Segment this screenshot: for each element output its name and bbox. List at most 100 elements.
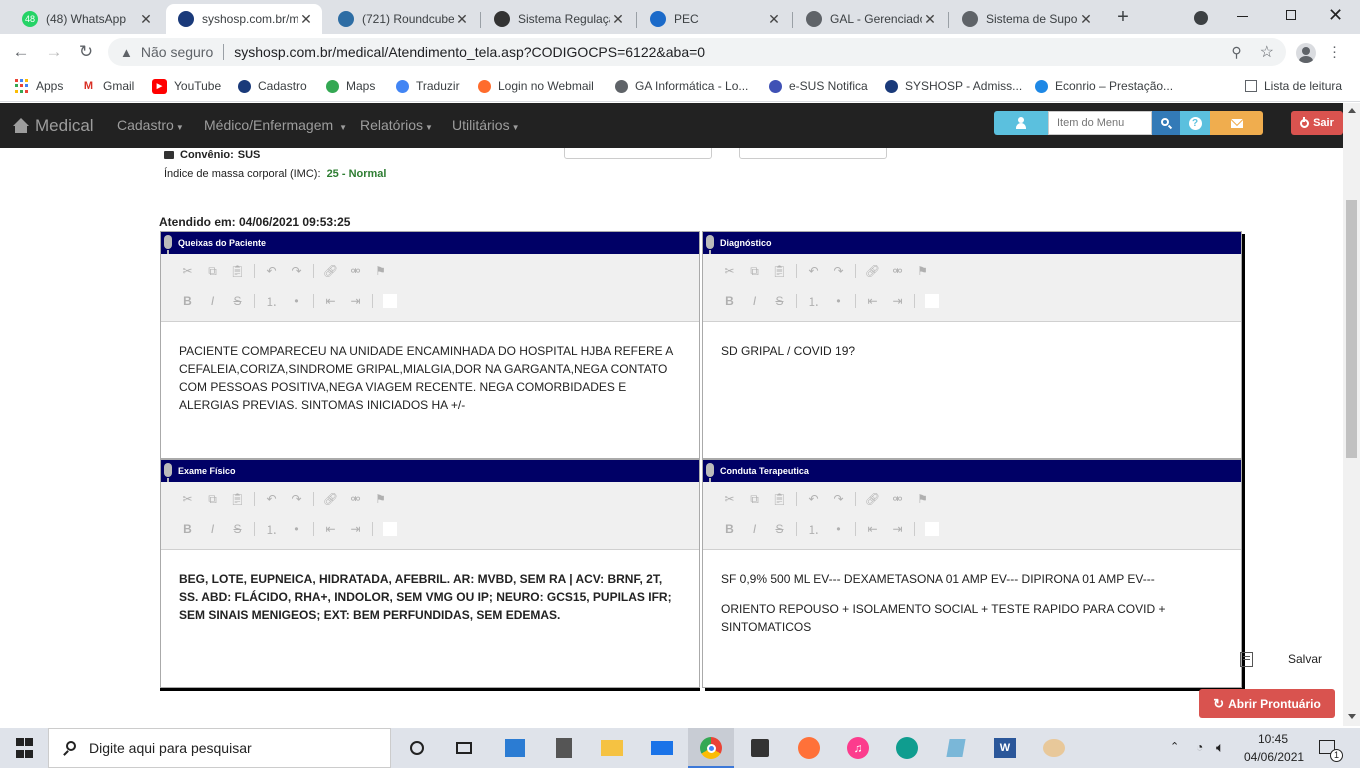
bookmark-item[interactable]: Econrio – Prestação... (1035, 77, 1173, 95)
tab-search-icon[interactable] (1194, 11, 1208, 25)
undo-icon[interactable]: ↶ (259, 492, 284, 506)
clock-time[interactable]: 10:45 (1258, 732, 1288, 746)
cut-icon[interactable]: ✂ (717, 264, 742, 278)
bold-icon[interactable]: B (717, 522, 742, 536)
bold-icon[interactable]: B (717, 294, 742, 308)
paste-icon[interactable]: 📋︎ (767, 264, 792, 278)
close-tab-icon[interactable]: ✕ (610, 11, 626, 28)
outdent-icon[interactable]: ⇤ (860, 522, 885, 536)
taskbar-search[interactable]: Digite aqui para pesquisar (48, 728, 391, 768)
strike-icon[interactable]: S (225, 294, 250, 308)
scroll-down-icon[interactable] (1348, 714, 1356, 719)
browser-tab[interactable]: Sistema Regulaçã ✕ (482, 4, 634, 34)
numbered-list-icon[interactable]: ⒈ (801, 293, 826, 310)
strike-icon[interactable]: S (767, 522, 792, 536)
microphone-icon[interactable] (164, 235, 172, 255)
search-button[interactable] (1152, 111, 1180, 135)
bullet-list-icon[interactable]: • (284, 522, 309, 536)
bookmark-star-icon[interactable]: ☆ (1260, 42, 1274, 62)
link-icon[interactable]: 🔗︎ (860, 264, 885, 278)
strike-icon[interactable]: S (225, 522, 250, 536)
bookmark-item[interactable]: e-SUS Notifica (769, 77, 868, 95)
paste-icon[interactable]: 📋︎ (767, 492, 792, 506)
close-tab-icon[interactable]: ✕ (298, 11, 314, 28)
italic-icon[interactable]: I (200, 522, 225, 536)
undo-icon[interactable]: ↶ (801, 492, 826, 506)
task-view-icon[interactable] (452, 736, 476, 760)
close-tab-icon[interactable]: ✕ (766, 11, 782, 28)
zoom-icon[interactable]: ⚲ (1231, 44, 1241, 61)
link-icon[interactable]: 🔗︎ (318, 264, 343, 278)
close-tab-icon[interactable]: ✕ (454, 11, 470, 28)
copy-icon[interactable]: ⧉ (200, 264, 225, 279)
blank-icon[interactable] (383, 294, 397, 308)
paste-icon[interactable]: 📋︎ (225, 492, 250, 506)
undo-icon[interactable]: ↶ (801, 264, 826, 278)
numbered-list-icon[interactable]: ⒈ (259, 521, 284, 538)
clock-date[interactable]: 04/06/2021 (1244, 750, 1304, 764)
bold-icon[interactable]: B (175, 522, 200, 536)
firefox-icon[interactable] (797, 736, 821, 760)
bullet-list-icon[interactable]: • (826, 294, 851, 308)
redo-icon[interactable]: ↷ (284, 264, 309, 278)
bookmark-item[interactable]: Apps (14, 77, 63, 95)
bookmark-item[interactable]: SYSHOSP - Admiss... (885, 77, 1022, 95)
undo-icon[interactable]: ↶ (259, 264, 284, 278)
word-icon[interactable]: W (993, 736, 1017, 760)
bookmark-item[interactable]: Maps (326, 77, 375, 95)
mail-icon[interactable] (650, 736, 674, 760)
profile-icon[interactable] (1296, 43, 1316, 63)
minimize-window-icon[interactable] (1237, 16, 1248, 17)
bookmark-item[interactable]: Cadastro (238, 77, 307, 95)
store-icon[interactable] (748, 736, 772, 760)
itunes-icon[interactable]: ♫ (846, 736, 870, 760)
url-text[interactable]: syshosp.com.br/medical/Atendimento_tela.… (234, 44, 705, 60)
anchor-flag-icon[interactable]: ⚑ (368, 264, 393, 278)
editor-content[interactable]: SD GRIPAL / COVID 19? (721, 342, 1223, 360)
copy-icon[interactable]: ⧉ (742, 264, 767, 279)
indent-icon[interactable]: ⇥ (343, 294, 368, 308)
reading-list-button[interactable]: Lista de leitura (1245, 77, 1342, 95)
page-scrollbar[interactable] (1343, 103, 1360, 726)
tray-chevron-icon[interactable]: ⌃ (1170, 740, 1179, 753)
open-record-button[interactable]: ↻ Abrir Prontuário (1199, 689, 1335, 718)
close-window-icon[interactable]: ✕ (1328, 5, 1343, 26)
outdent-icon[interactable]: ⇤ (318, 522, 343, 536)
indent-icon[interactable]: ⇥ (885, 522, 910, 536)
close-tab-icon[interactable]: ✕ (138, 11, 154, 28)
help-button[interactable]: ? (1180, 111, 1210, 135)
unlink-icon[interactable]: ⚮ (885, 492, 910, 506)
anchor-flag-icon[interactable]: ⚑ (368, 492, 393, 506)
browser-tab[interactable]: Sistema de Supor ✕ (950, 4, 1102, 34)
partial-input-2[interactable] (739, 148, 887, 159)
copy-icon[interactable]: ⧉ (200, 492, 225, 507)
new-tab-button[interactable]: + (1112, 7, 1134, 29)
indent-icon[interactable]: ⇥ (343, 522, 368, 536)
menu-relatorios[interactable]: Relatórios ▼ (360, 117, 433, 133)
microphone-icon[interactable] (706, 463, 714, 483)
bookmark-item[interactable]: Login no Webmail (478, 77, 594, 95)
bold-icon[interactable]: B (175, 294, 200, 308)
messages-button[interactable] (1210, 111, 1263, 135)
partial-input-1[interactable] (564, 148, 712, 159)
anchor-flag-icon[interactable]: ⚑ (910, 492, 935, 506)
menu-medico-enfermagem[interactable]: Médico/Enfermagem ▼ (204, 117, 347, 133)
indent-icon[interactable]: ⇥ (885, 294, 910, 308)
link-icon[interactable]: 🔗︎ (860, 492, 885, 506)
browser-tab[interactable]: syshosp.com.br/m ✕ (166, 4, 322, 34)
bookmark-item[interactable]: Traduzir (396, 77, 460, 95)
calculator-icon[interactable] (552, 736, 576, 760)
brand[interactable]: Medical (13, 116, 94, 136)
blank-icon[interactable] (925, 522, 939, 536)
menu-cadastro[interactable]: Cadastro ▼ (117, 117, 184, 133)
blank-icon[interactable] (925, 294, 939, 308)
paint-icon[interactable] (1042, 736, 1066, 760)
unlink-icon[interactable]: ⚮ (343, 264, 368, 278)
browser-tab[interactable]: GAL - Gerenciado ✕ (794, 4, 946, 34)
file-explorer-icon[interactable] (600, 736, 624, 760)
editor-content[interactable]: SF 0,9% 500 ML EV--- DEXAMETASONA 01 AMP… (721, 570, 1223, 636)
logout-button[interactable]: Sair (1291, 111, 1343, 135)
bookmark-item[interactable]: ▶ YouTube (152, 77, 221, 95)
outdent-icon[interactable]: ⇤ (318, 294, 343, 308)
blank-icon[interactable] (383, 522, 397, 536)
